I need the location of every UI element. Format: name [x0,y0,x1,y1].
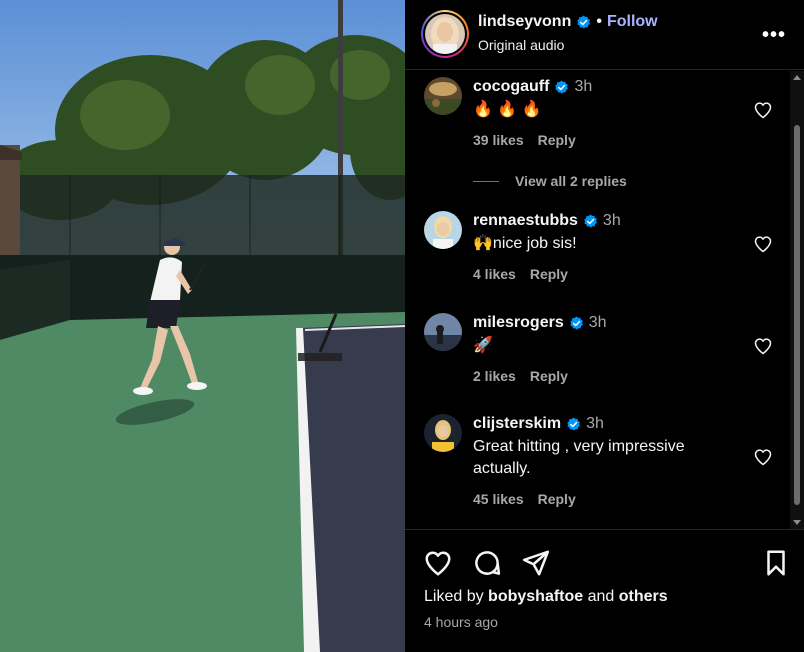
comment-item: cocogauff 3h 🔥 🔥 🔥 39 likes Reply View a… [405,71,785,201]
comment-item: rennaestubbs 3h 🙌nice job sis! 4 likes R… [405,205,785,305]
bookmark-icon[interactable] [761,548,791,578]
commenter-avatar[interactable] [424,77,462,115]
post-video[interactable] [0,0,405,652]
comment-item: milesrogers 3h 🚀 2 likes Reply [405,307,785,407]
scroll-down-arrow-icon[interactable] [793,520,801,525]
scroll-up-arrow-icon[interactable] [793,75,801,80]
separator-dot: • [596,13,602,30]
verified-badge-icon [567,416,580,431]
commenter-avatar[interactable] [424,414,462,452]
comment-likes[interactable]: 2 likes [473,368,516,384]
heart-icon[interactable] [753,336,773,356]
commenter-username[interactable]: cocogauff [473,78,549,96]
post-actions-bar: Liked by bobyshaftoe and others 4 hours … [405,529,804,652]
tennis-court-video-frame [0,0,405,652]
author-row: lindseyvonn • Follow [478,13,658,31]
comment-time[interactable]: 3h [603,212,621,230]
comment-meta: 4 likes Reply [473,266,568,282]
commenter-row: rennaestubbs 3h [473,212,621,230]
comment-time[interactable]: 3h [586,415,604,433]
liked-by-others[interactable]: others [619,588,668,605]
comment-item: clijsterskim 3h Great hitting , very imp… [405,408,785,528]
heart-icon[interactable] [423,548,453,578]
heart-icon[interactable] [753,447,773,467]
comment-text: 🔥 🔥 🔥 [473,101,542,118]
commenter-row: milesrogers 3h [473,314,607,332]
comments-scrollbar[interactable] [790,71,804,529]
commenter-username[interactable]: clijsterskim [473,415,561,433]
post-timestamp[interactable]: 4 hours ago [424,614,498,630]
reply-button[interactable]: Reply [530,266,568,282]
heart-icon[interactable] [753,100,773,120]
post-detail-panel: lindseyvonn • Follow Original audio ••• … [405,0,804,652]
verified-badge-icon [577,14,591,29]
comment-text: 🙌nice job sis! [473,235,577,252]
commenter-username[interactable]: rennaestubbs [473,212,578,230]
liked-by-line: Liked by bobyshaftoe and others [424,588,668,606]
comment-meta: 39 likes Reply [473,132,576,148]
paper-plane-icon[interactable] [521,548,551,578]
verified-badge-icon [555,79,569,94]
commenter-avatar[interactable] [424,211,462,249]
liked-by-and: and [587,588,615,605]
liked-by-prefix: Liked by [424,588,484,605]
commenter-avatar[interactable] [424,313,462,351]
heart-icon[interactable] [753,234,773,254]
reply-button[interactable]: Reply [530,368,568,384]
follow-button[interactable]: Follow [607,13,658,31]
post-header: lindseyvonn • Follow Original audio ••• [405,0,804,70]
commenter-row: clijsterskim 3h [473,415,604,433]
comments-list[interactable]: cocogauff 3h 🔥 🔥 🔥 39 likes Reply View a… [405,71,804,529]
scrollbar-thumb[interactable] [794,125,800,505]
comment-meta: 2 likes Reply [473,368,568,384]
audio-label[interactable]: Original audio [478,37,564,53]
comment-likes[interactable]: 4 likes [473,266,516,282]
replies-divider [473,180,499,182]
view-replies-label: View all 2 replies [515,173,627,189]
comment-text: 🚀 [473,337,493,354]
commenter-username[interactable]: milesrogers [473,314,564,332]
reply-button[interactable]: Reply [538,491,576,507]
author-username[interactable]: lindseyvonn [478,13,571,31]
comment-time[interactable]: 3h [574,78,592,96]
comment-likes[interactable]: 39 likes [473,132,524,148]
comment-bubble-icon[interactable] [472,548,502,578]
comment-time[interactable]: 3h [589,314,607,332]
commenter-row: cocogauff 3h [473,78,592,96]
verified-badge-icon [569,315,583,330]
more-options-button[interactable]: ••• [762,24,786,47]
comment-likes[interactable]: 45 likes [473,491,524,507]
comment-meta: 45 likes Reply [473,491,576,507]
comment-text: Great hitting , very impressive actually… [473,438,685,477]
verified-badge-icon [584,213,597,228]
reply-button[interactable]: Reply [538,132,576,148]
author-avatar[interactable] [421,10,469,58]
liked-by-user[interactable]: bobyshaftoe [488,588,583,605]
view-replies-button[interactable]: View all 2 replies [473,173,627,189]
